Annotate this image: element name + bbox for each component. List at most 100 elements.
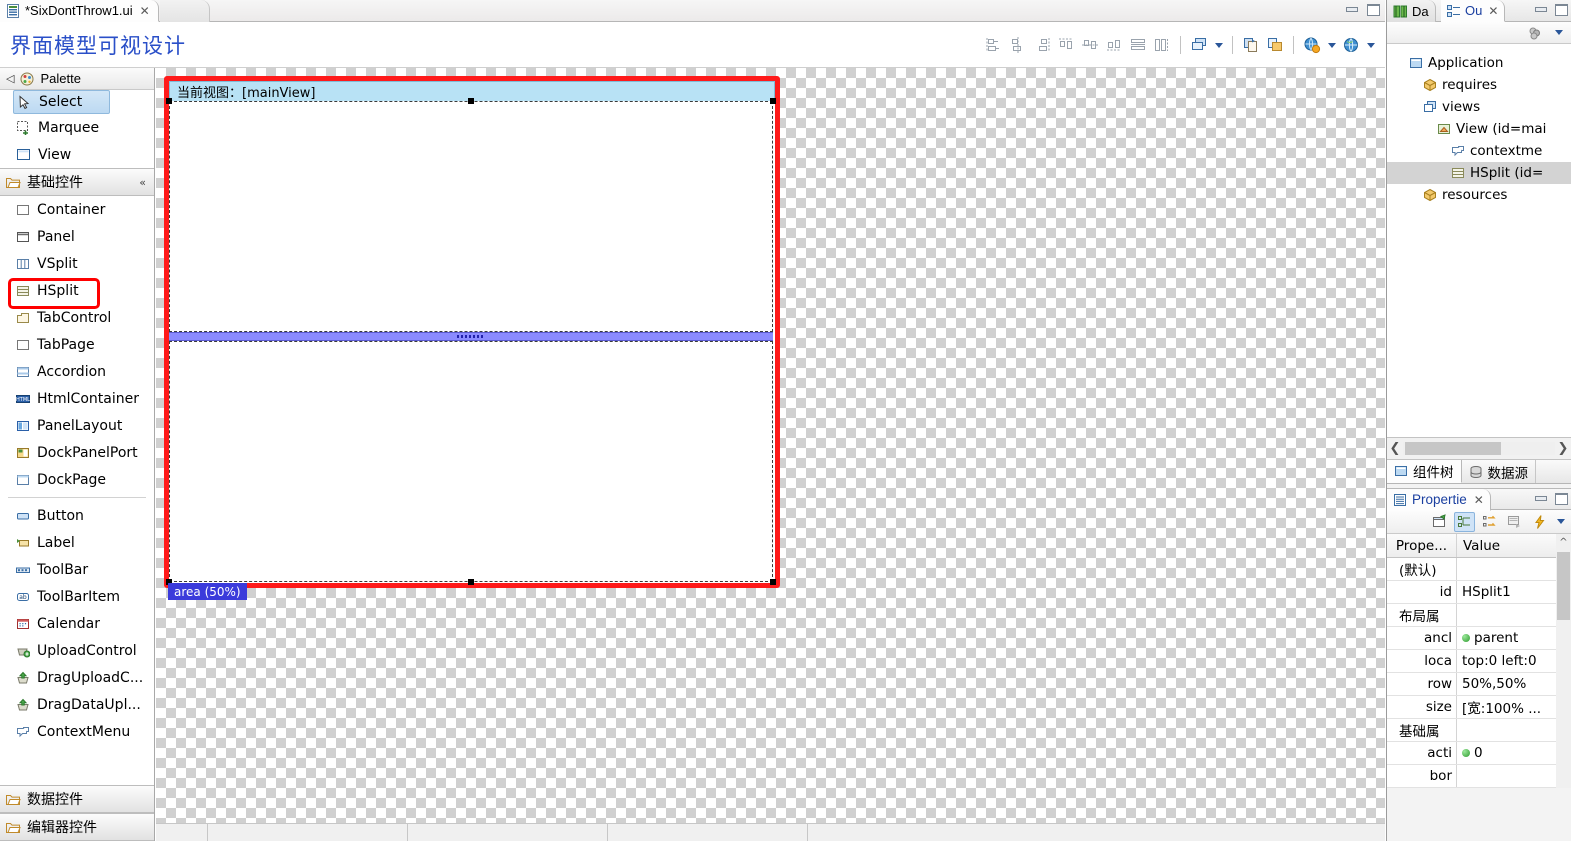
resize-handle-nw[interactable] (166, 98, 172, 104)
property-value[interactable]: HSplit1 (1457, 581, 1571, 603)
design-canvas[interactable]: 当前视图：[mainView] area (50%) (156, 68, 1385, 823)
tab-datasource[interactable]: 数据源 (1462, 460, 1536, 483)
palette-item-vsplit[interactable]: VSplit (0, 250, 154, 277)
maximize-icon[interactable] (1554, 3, 1568, 16)
palette-item-toolbaritem[interactable]: ab ToolBarItem (0, 583, 154, 610)
scroll-left-icon[interactable]: ❮ (1387, 441, 1403, 456)
palette-item-label[interactable]: Label (0, 529, 154, 556)
palette-item-container[interactable]: Container (0, 196, 154, 223)
editor-tab-sixdontthrow1[interactable]: *SixDontThrow1.ui ✕ (0, 0, 159, 22)
palette-item-htmlcontainer[interactable]: HTML HtmlContainer (0, 385, 154, 412)
browser-globe-icon[interactable] (1340, 34, 1362, 56)
tab-component-tree[interactable]: 组件树 (1387, 460, 1462, 483)
palette-item-accordion[interactable]: Accordion (0, 358, 154, 385)
outline-tree[interactable]: Application requires views View (id=mai … (1387, 44, 1571, 438)
property-row-anchor[interactable]: ancl parent (1387, 627, 1571, 650)
palette-item-tabpage[interactable]: TabPage (0, 331, 154, 358)
tree-horizontal-scrollbar[interactable]: ❮ ❯ (1387, 438, 1571, 460)
palette-item-panel[interactable]: Panel (0, 223, 154, 250)
view-mainview[interactable]: 当前视图：[mainView] (166, 81, 776, 585)
hsplit-splitter[interactable] (169, 332, 773, 341)
show-advanced-icon[interactable] (1479, 512, 1500, 532)
minimize-icon[interactable] (1534, 492, 1547, 503)
resize-handle-ne[interactable] (770, 98, 776, 104)
chevron-down-icon[interactable] (1212, 35, 1225, 55)
align-bottom-icon[interactable] (1103, 34, 1125, 56)
minimize-icon[interactable] (1534, 3, 1547, 14)
palette-item-calendar[interactable]: Calendar (0, 610, 154, 637)
property-row-category-basic[interactable]: 基础属 (1387, 719, 1571, 742)
show-categories-icon[interactable] (1454, 511, 1475, 532)
palette-item-panellayout[interactable]: PanelLayout (0, 412, 154, 439)
view-menu-icon[interactable] (1552, 23, 1565, 43)
tree-node-views[interactable]: views (1387, 96, 1571, 118)
palette-item-contextmenu[interactable]: ContextMenu (0, 718, 154, 745)
tree-node-requires[interactable]: requires (1387, 74, 1571, 96)
property-row-location[interactable]: loca top:0 left:0 (1387, 650, 1571, 673)
hsplit-widget[interactable] (166, 98, 776, 585)
property-row-active[interactable]: acti 0 (1387, 742, 1571, 765)
align-left-icon[interactable] (983, 34, 1005, 56)
property-value[interactable]: 0 (1457, 742, 1571, 764)
minimize-icon[interactable] (1345, 3, 1358, 14)
filter-icon[interactable] (1524, 22, 1546, 44)
palette-tool-view[interactable]: View (0, 141, 154, 168)
tree-node-resources[interactable]: resources (1387, 184, 1571, 206)
scrollbar-thumb[interactable] (1405, 442, 1501, 455)
tab-outline-view[interactable]: Ou ✕ (1441, 0, 1506, 22)
property-value[interactable]: top:0 left:0 (1457, 650, 1571, 672)
property-value[interactable]: 50%,50% (1457, 673, 1571, 695)
property-row-category-layout[interactable]: 布局属 (1387, 604, 1571, 627)
maximize-icon[interactable] (1366, 3, 1380, 16)
lightning-icon[interactable] (1529, 512, 1550, 532)
property-row-category-default[interactable]: (默认) (1387, 558, 1571, 581)
collapse-left-icon[interactable]: ◁ (6, 72, 14, 85)
properties-vertical-scrollbar[interactable]: ^ (1556, 534, 1571, 788)
preview-globe-icon[interactable] (1301, 34, 1323, 56)
property-value[interactable] (1457, 765, 1571, 787)
palette-tool-select[interactable]: Select (13, 90, 110, 114)
chevron-down-icon[interactable] (1364, 35, 1377, 55)
tree-node-view-mainview[interactable]: View (id=mai (1387, 118, 1571, 140)
copy-style-icon[interactable] (1240, 34, 1262, 56)
close-icon[interactable]: ✕ (140, 4, 150, 18)
align-center-icon[interactable] (1007, 34, 1029, 56)
new-tab-icon[interactable] (1429, 512, 1450, 532)
view-menu-icon[interactable] (1554, 512, 1567, 532)
align-right-icon[interactable] (1031, 34, 1053, 56)
palette-item-dragdataupload[interactable]: DragDataUpl... (0, 691, 154, 718)
palette-group-editor[interactable]: 编辑器控件 (0, 813, 154, 841)
palette-item-dockpanelport[interactable]: DockPanelPort (0, 439, 154, 466)
resize-handle-se[interactable] (770, 579, 776, 585)
distribute-horizontal-icon[interactable] (1127, 34, 1149, 56)
hsplit-pane-bottom[interactable] (169, 341, 773, 582)
restore-default-icon[interactable] (1504, 512, 1525, 532)
tree-node-hsplit[interactable]: HSplit (id= (1387, 162, 1571, 184)
scroll-up-icon[interactable]: ^ (1556, 534, 1571, 550)
align-middle-icon[interactable] (1079, 34, 1101, 56)
tab-properties[interactable]: Propertie ✕ (1387, 489, 1491, 511)
palette-group-data[interactable]: 数据控件 (0, 785, 154, 813)
property-value[interactable]: parent (1457, 627, 1571, 649)
scrollbar-thumb[interactable] (1557, 552, 1570, 620)
layers-icon[interactable] (1188, 34, 1210, 56)
align-top-icon[interactable] (1055, 34, 1077, 56)
property-value[interactable]: [宽:100% ... (1457, 696, 1571, 718)
distribute-vertical-icon[interactable] (1151, 34, 1173, 56)
property-row-rows[interactable]: row 50%,50% (1387, 673, 1571, 696)
property-row-border[interactable]: bor (1387, 765, 1571, 788)
palette-item-hsplit[interactable]: HSplit (0, 277, 154, 309)
resize-handle-n[interactable] (468, 98, 474, 104)
tab-datasource-view[interactable]: Da (1387, 0, 1436, 22)
resize-handle-s[interactable] (468, 579, 474, 585)
palette-group-basic[interactable]: 基础控件 « (0, 168, 154, 196)
canvas-horizontal-scrollbar[interactable] (156, 823, 1385, 841)
tree-node-contextmenu[interactable]: contextme (1387, 140, 1571, 162)
close-icon[interactable]: ✕ (1488, 4, 1498, 18)
palette-item-uploadcontrol[interactable]: UploadControl (0, 637, 154, 664)
collapse-group-icon[interactable]: « (139, 176, 146, 189)
palette-item-toolbar[interactable]: ToolBar (0, 556, 154, 583)
scroll-right-icon[interactable]: ❯ (1555, 441, 1571, 456)
chevron-down-icon[interactable] (1325, 35, 1338, 55)
property-row-size[interactable]: size [宽:100% ... (1387, 696, 1571, 719)
